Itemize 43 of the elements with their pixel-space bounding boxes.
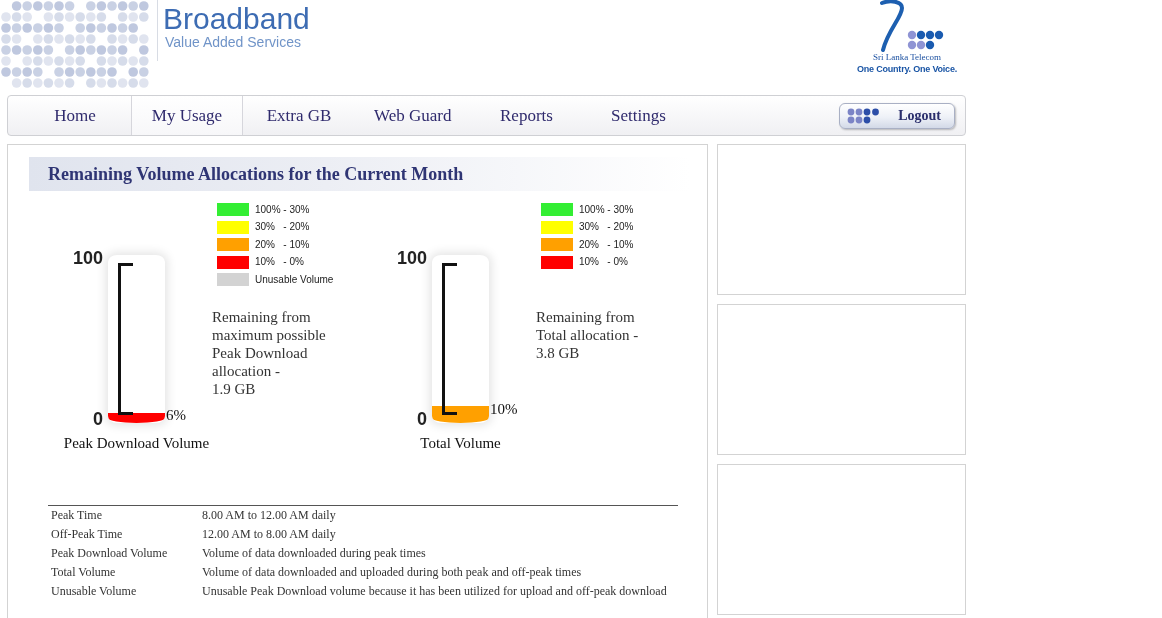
- scale-max-label: 100: [396, 250, 427, 266]
- definition-term: Off-Peak Time: [50, 527, 124, 542]
- dots-icon: [847, 107, 880, 124]
- nav-tab[interactable]: Settings: [582, 96, 695, 135]
- gauge-title: Peak Download Volume: [63, 434, 210, 452]
- remaining-description: Remaining from Total allocation -: [536, 308, 640, 344]
- gauge-title: Total Volume: [420, 434, 501, 452]
- definition-term: Unusable Volume: [50, 584, 138, 599]
- nav-tab[interactable]: Reports: [470, 96, 583, 135]
- legend-label: 30% - 20%: [255, 221, 310, 234]
- legend-label: 20% - 10%: [579, 238, 634, 251]
- definition-text: Volume of data downloaded and uploaded during both peak and off-peak times: [202, 565, 582, 580]
- logout-button[interactable]: Logout: [839, 102, 955, 129]
- definition-text: 12.00 AM to 8.00 AM daily: [202, 527, 336, 542]
- scale-max-label: 100: [72, 250, 103, 266]
- definition-term: Peak Download Volume: [50, 546, 169, 561]
- legend-label: 20% - 10%: [255, 238, 310, 251]
- legend-label: 10% - 0%: [579, 256, 628, 269]
- legend-label: 100% - 30%: [579, 203, 634, 216]
- legend-label: 100% - 30%: [255, 203, 310, 216]
- definition-text: 8.00 AM to 12.00 AM daily: [202, 508, 336, 523]
- definition-text: Volume of data downloaded during peak times: [202, 546, 426, 561]
- definition-text: Unusable Peak Download volume because it has been utilized for upload and off-peak download: [202, 584, 667, 599]
- remaining-amount: 3.8 GB: [536, 344, 581, 362]
- scale-min-label: 0: [93, 411, 103, 427]
- nav-tab[interactable]: My Usage: [131, 96, 243, 135]
- definition-term: Peak Time: [50, 508, 103, 523]
- brand-title: Broadband: [163, 3, 310, 35]
- nav-tab[interactable]: Home: [19, 96, 131, 135]
- nav-tab[interactable]: Extra GB: [243, 96, 355, 135]
- definition-term: Total Volume: [50, 565, 117, 580]
- partner-slogan: One Country. One Voice.: [856, 63, 958, 75]
- partner-name: Sri Lanka Telecom: [872, 52, 942, 63]
- legend-label: 30% - 20%: [579, 221, 634, 234]
- remaining-amount: 1.9 GB: [212, 380, 257, 398]
- gauge-reading: 10%: [490, 401, 518, 418]
- scale-min-label: 0: [417, 411, 427, 427]
- remaining-description: Remaining from maximum possible Peak Download allocation -: [212, 308, 327, 380]
- legend-label: Unusable Volume: [255, 273, 334, 286]
- brand-subtitle: Value Added Services: [165, 35, 302, 50]
- gauge-reading: 6%: [166, 407, 186, 423]
- legend-label: 10% - 0%: [255, 256, 304, 269]
- nav-tab[interactable]: Web Guard: [355, 96, 471, 135]
